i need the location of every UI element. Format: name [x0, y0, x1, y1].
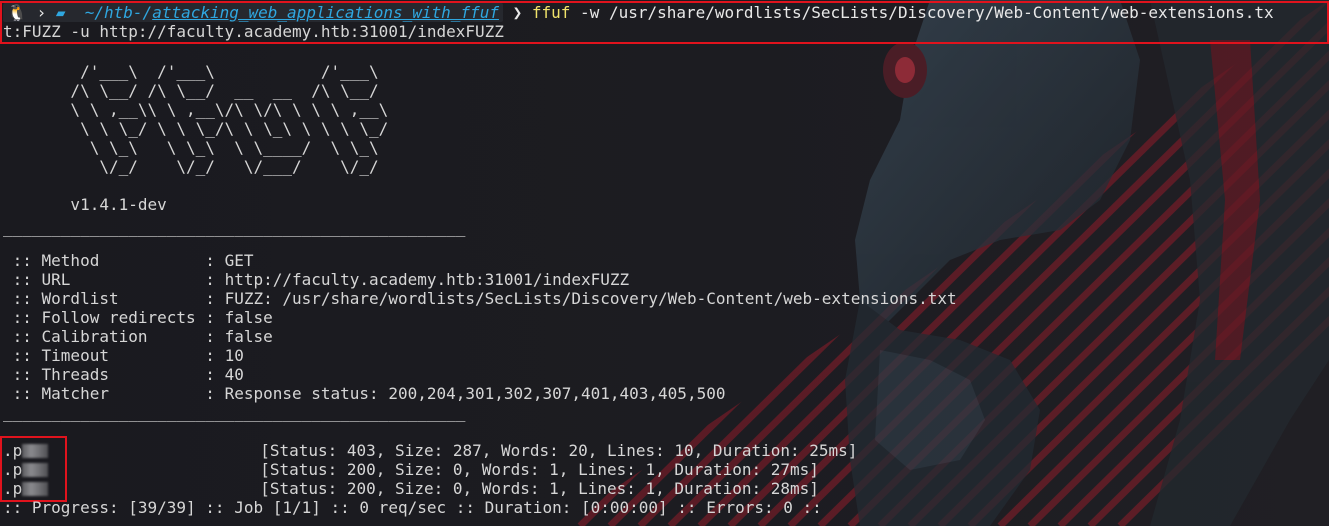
config-matcher: :: Matcher : Response status: 200,204,30…: [3, 384, 726, 403]
command-highlight-box: [0, 1, 1329, 44]
version-text: v1.4.1-dev: [3, 195, 167, 214]
banner-line: \ \ \_/ \ \ \_/\ \ \_\ \ \ \ \_/: [3, 119, 447, 138]
config-key: :: Matcher: [3, 384, 206, 403]
config-key: :: Calibration: [3, 327, 206, 346]
config-calibration: :: Calibration : false: [3, 327, 273, 346]
config-key: :: URL: [3, 270, 206, 289]
config-follow-redirects: :: Follow redirects : false: [3, 308, 273, 327]
config-key: :: Wordlist: [3, 289, 206, 308]
results-highlight-box: [0, 436, 67, 502]
result-row: .p [Status: 200, Size: 0, Words: 1, Line…: [3, 479, 819, 498]
result-row: .p [Status: 403, Size: 287, Words: 20, L…: [3, 441, 857, 460]
separator-top: ________________________________________…: [3, 218, 466, 237]
config-value: : Response status: 200,204,301,302,307,4…: [205, 384, 726, 403]
config-wordlist: :: Wordlist : FUZZ: /usr/share/wordlists…: [3, 289, 957, 308]
config-value: : false: [205, 327, 273, 346]
config-url: :: URL : http://faculty.academy.htb:3100…: [3, 270, 630, 289]
config-value: : 40: [205, 365, 244, 384]
result-status: [Status: 403, Size: 287, Words: 20, Line…: [260, 441, 858, 460]
separator-bottom: ________________________________________…: [3, 403, 466, 422]
config-key: :: Follow redirects: [3, 308, 206, 327]
result-status: [Status: 200, Size: 0, Words: 1, Lines: …: [260, 460, 819, 479]
result-status: [Status: 200, Size: 0, Words: 1, Lines: …: [260, 479, 819, 498]
terminal-window[interactable]: 🐧 › ▰ ~/htb-/attacking_web_applications_…: [0, 0, 1329, 526]
banner-line: \/_/ \/_/ \/___/ \/_/: [3, 157, 447, 176]
result-row: .p [Status: 200, Size: 0, Words: 1, Line…: [3, 460, 819, 479]
progress-line: :: Progress: [39/39] :: Job [1/1] :: 0 r…: [3, 498, 822, 517]
banner-line: \ \_\ \ \_\ \ \____/ \ \_\: [3, 138, 447, 157]
config-value: : http://faculty.academy.htb:31001/index…: [205, 270, 630, 289]
banner-line: /'___\ /'___\ /'___\: [3, 62, 447, 81]
config-value: : 10: [205, 346, 244, 365]
banner-line: \ \ ,__\\ \ ,__\/\ \/\ \ \ \ ,__\: [3, 100, 447, 119]
config-value: : GET: [205, 251, 254, 270]
config-threads: :: Threads : 40: [3, 365, 244, 384]
progress-text: :: Progress: [39/39] :: Job [1/1] :: 0 r…: [3, 498, 822, 517]
config-method: :: Method : GET: [3, 251, 254, 270]
config-value: : FUZZ: /usr/share/wordlists/SecLists/Di…: [205, 289, 957, 308]
config-key: :: Method: [3, 251, 206, 270]
config-value: : false: [205, 308, 273, 327]
config-key: :: Threads: [3, 365, 206, 384]
banner-line: /\ \__/ /\ \__/ __ __ /\ \__/: [3, 81, 447, 100]
config-timeout: :: Timeout : 10: [3, 346, 244, 365]
config-key: :: Timeout: [3, 346, 206, 365]
